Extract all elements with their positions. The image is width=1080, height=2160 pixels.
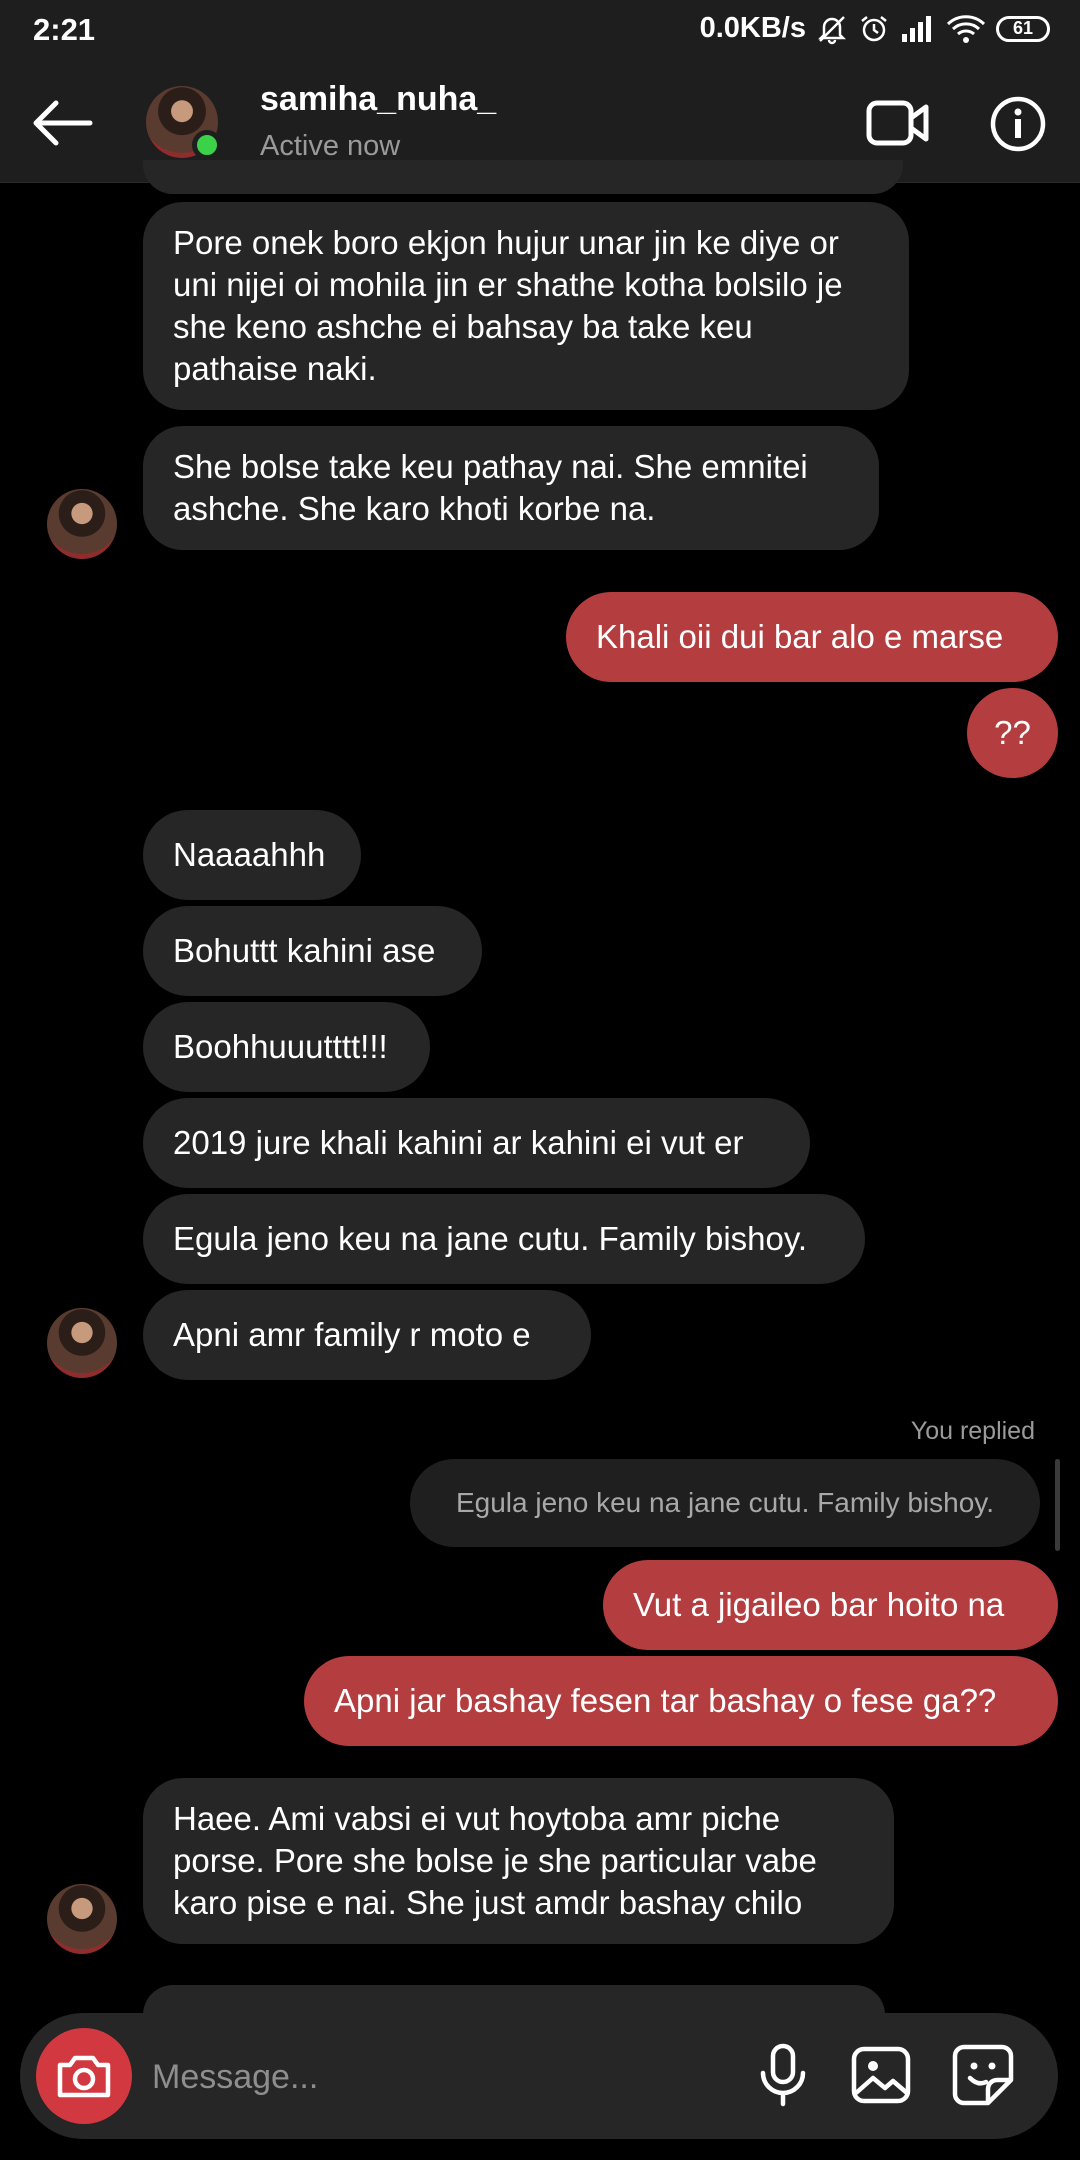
battery-level: 61 <box>1012 18 1034 38</box>
camera-icon <box>57 2055 111 2098</box>
quoted-message[interactable]: Egula jeno keu na jane cutu. Family bish… <box>410 1459 1040 1547</box>
info-icon[interactable] <box>990 96 1046 152</box>
microphone-icon[interactable] <box>748 2040 818 2110</box>
incoming-message[interactable]: She bolse take keu pathay nai. She emnit… <box>143 426 879 550</box>
network-speed: 0.0KB/s <box>699 12 806 44</box>
reply-indicator-bar <box>1055 1459 1060 1551</box>
outgoing-message[interactable]: Apni jar bashay fesen tar bashay o fese … <box>304 1656 1058 1746</box>
incoming-message[interactable]: Egula jeno keu na jane cutu. Family bish… <box>143 1194 865 1284</box>
outgoing-message[interactable]: Khali oii dui bar alo e marse <box>566 592 1058 682</box>
active-status: Active now <box>260 130 401 162</box>
status-icons: 0.0KB/s 61 <box>700 12 1050 45</box>
online-indicator <box>192 130 222 160</box>
message-bubble-partial <box>143 160 903 194</box>
video-call-icon[interactable] <box>866 98 930 148</box>
mute-icon <box>816 13 848 45</box>
sticker-icon[interactable] <box>948 2040 1018 2110</box>
wifi-icon <box>946 14 986 44</box>
incoming-message[interactable]: Bohuttt kahini ase <box>143 906 482 996</box>
chat-username[interactable]: samiha_nuha_ <box>260 80 496 119</box>
message-input[interactable] <box>150 2046 714 2108</box>
you-replied-label: You replied <box>910 1417 1035 1445</box>
incoming-message[interactable]: Pore onek boro ekjon hujur unar jin ke d… <box>143 202 909 410</box>
status-time: 2:21 <box>33 12 96 47</box>
sender-avatar[interactable] <box>47 1308 117 1378</box>
outgoing-message[interactable]: ?? <box>967 688 1058 778</box>
signal-icon <box>900 14 936 44</box>
camera-button[interactable] <box>36 2028 132 2124</box>
incoming-message[interactable]: Boohhuuutttt!!! <box>143 1002 430 1092</box>
battery-icon: 61 <box>996 15 1050 42</box>
gallery-icon[interactable] <box>846 2040 916 2110</box>
sender-avatar[interactable] <box>47 489 117 559</box>
incoming-message[interactable]: Apni amr family r moto e <box>143 1290 591 1380</box>
outgoing-message[interactable]: Vut a jigaileo bar hoito na <box>603 1560 1058 1650</box>
back-arrow-icon[interactable] <box>30 98 94 148</box>
incoming-message[interactable]: Haee. Ami vabsi ei vut hoytoba amr piche… <box>143 1778 894 1944</box>
sender-avatar[interactable] <box>47 1884 117 1954</box>
alarm-icon <box>858 13 890 45</box>
incoming-message[interactable]: Naaaahhh <box>143 810 361 900</box>
incoming-message[interactable]: 2019 jure khali kahini ar kahini ei vut … <box>143 1098 810 1188</box>
